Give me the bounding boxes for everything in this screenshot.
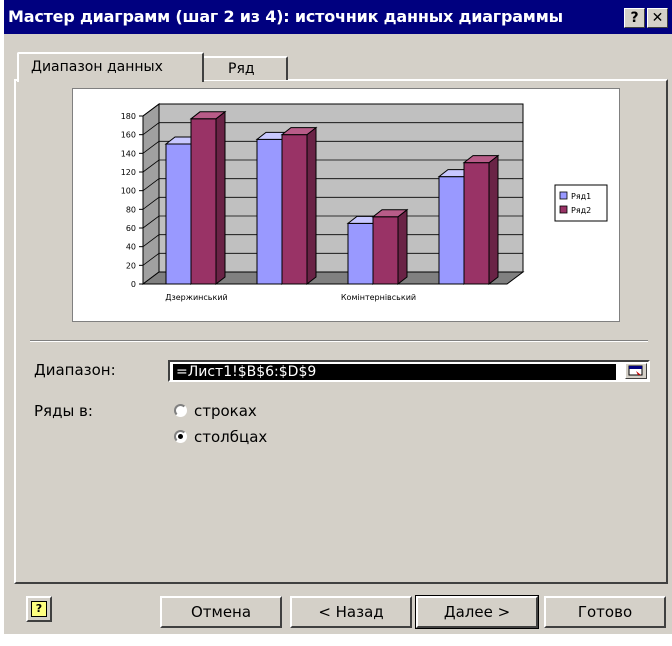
legend-box — [554, 184, 608, 222]
x-category-label: Комінтернівський — [341, 293, 416, 302]
y-tick-label: 60 — [126, 224, 136, 233]
bar — [281, 134, 308, 285]
radio-columns-label[interactable]: столбцах — [194, 428, 267, 446]
bar — [438, 176, 465, 285]
tab-series[interactable]: Ряд — [202, 56, 288, 80]
chart-preview: 180 160 140 120 100 80 60 40 20 0 Дзержинський Комі… — [72, 88, 620, 322]
collapse-dialog-button[interactable] — [625, 363, 647, 379]
y-tick-label: 140 — [121, 149, 136, 158]
title-bar: Мастер диаграмм (шаг 2 из 4): источник д… — [4, 0, 672, 34]
radio-rows-label[interactable]: строках — [194, 402, 257, 420]
separator — [30, 340, 648, 342]
tab-data-range-label: Диапазон данных — [31, 59, 163, 75]
collapse-dialog-icon — [628, 365, 643, 376]
x-category-label: Дзержинський — [165, 293, 227, 302]
range-value: =Лист1!$B$6:$D$9 — [173, 364, 616, 380]
y-tick-label: 20 — [126, 261, 136, 270]
chart-svg: 180 160 140 120 100 80 60 40 20 0 Дзержинський Комі… — [121, 103, 608, 302]
bar — [256, 138, 283, 285]
y-tick-label: 180 — [121, 112, 136, 121]
chart-side-wall — [142, 103, 160, 285]
y-tick-label: 120 — [121, 168, 136, 177]
y-tick-label: 0 — [131, 280, 136, 289]
radio-rows[interactable] — [174, 404, 187, 417]
finish-button[interactable]: Готово — [544, 596, 666, 628]
bar — [165, 143, 192, 285]
y-tick-label: 80 — [126, 205, 136, 214]
chart-wizard-dialog: Мастер диаграмм (шаг 2 из 4): источник д… — [4, 0, 672, 646]
y-tick-label: 40 — [126, 243, 136, 252]
bar-side — [306, 126, 317, 286]
help-title-button[interactable]: ? — [624, 8, 645, 28]
bar — [372, 216, 399, 285]
back-button[interactable]: < Назад — [290, 596, 412, 628]
bar — [463, 162, 490, 285]
tab-data-range[interactable]: Диапазон данных — [17, 52, 204, 82]
range-label: Диапазон: — [34, 361, 116, 379]
legend-swatch — [559, 191, 568, 200]
series-in-label: Ряды в: — [34, 402, 93, 420]
office-assistant-button[interactable]: ? — [26, 596, 52, 622]
y-tick-label: 160 — [121, 131, 136, 140]
legend-label: Ряд1 — [571, 192, 591, 201]
bar — [347, 222, 374, 285]
y-tick-label: 100 — [121, 187, 136, 196]
bar-side — [397, 208, 408, 286]
question-icon: ? — [31, 601, 47, 617]
radio-columns[interactable] — [174, 430, 187, 443]
bottom-edge — [4, 634, 672, 646]
tab-series-label: Ряд — [228, 61, 255, 77]
close-button[interactable]: ✕ — [647, 8, 668, 28]
bar — [190, 118, 217, 285]
bar-side — [215, 110, 226, 286]
next-button[interactable]: Далее > — [415, 595, 539, 629]
legend-swatch — [559, 205, 568, 214]
legend-label: Ряд2 — [571, 206, 591, 215]
range-input[interactable]: =Лист1!$B$6:$D$9 — [168, 360, 650, 382]
cancel-button[interactable]: Отмена — [160, 596, 282, 628]
window-title: Мастер диаграмм (шаг 2 из 4): источник д… — [8, 7, 563, 26]
bar-side — [488, 154, 499, 286]
